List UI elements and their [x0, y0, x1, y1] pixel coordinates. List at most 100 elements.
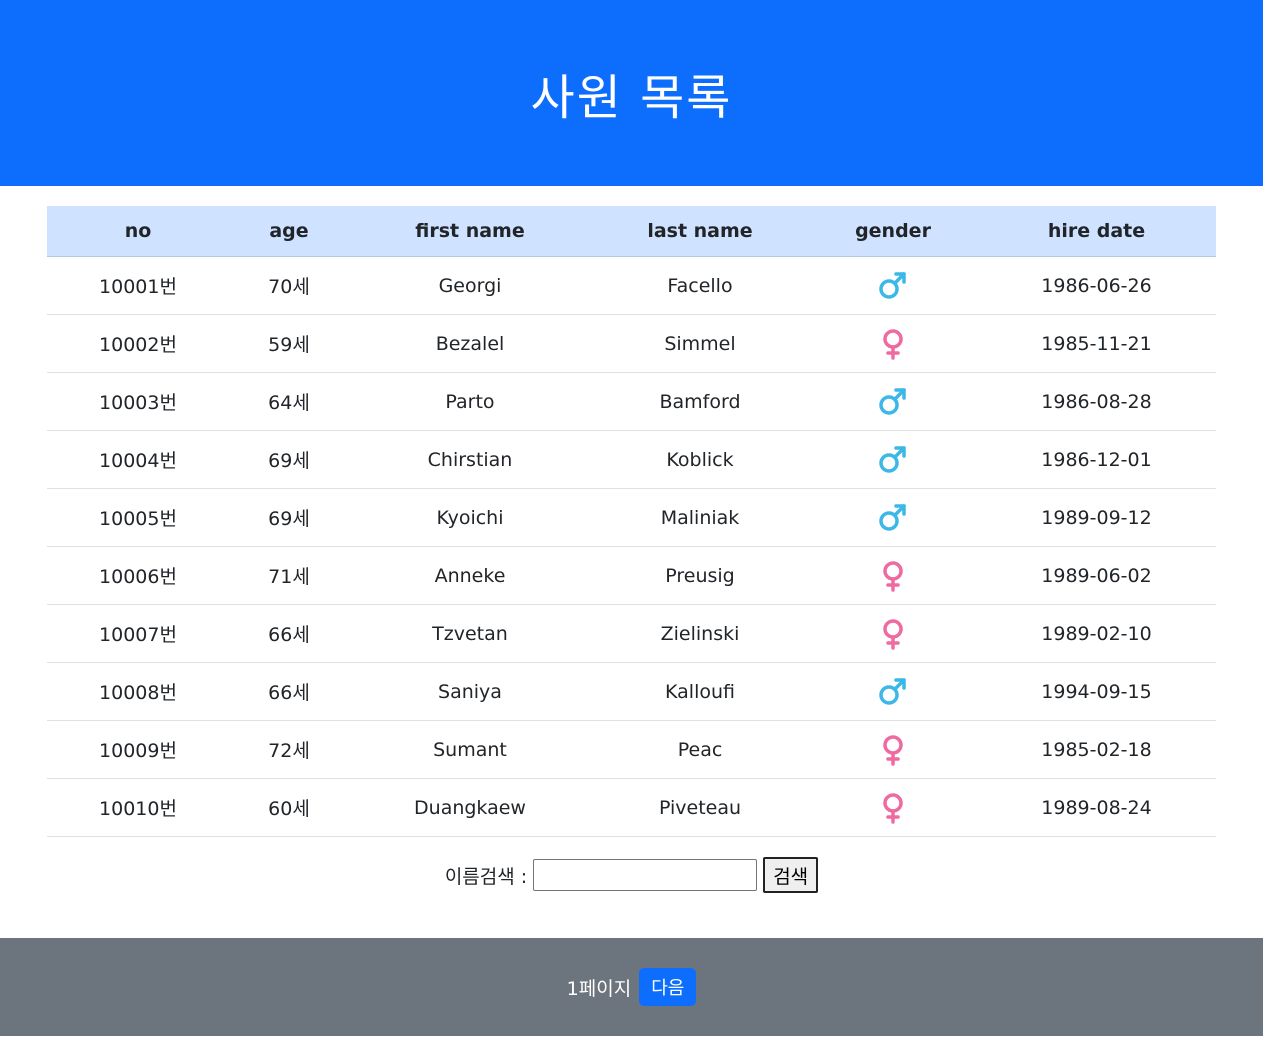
- gender-cell: [809, 430, 977, 489]
- age-cell: 69세: [229, 430, 349, 489]
- column-header-gender: gender: [809, 206, 977, 257]
- table-row: 10004번 69세 Chirstian Koblick 1986-12-01: [47, 430, 1216, 489]
- last-name-cell: Maliniak: [591, 488, 809, 547]
- hire-date-cell: 1989-02-10: [977, 604, 1216, 663]
- age-cell: 72세: [229, 720, 349, 779]
- table-row: 10007번 66세 Tzvetan Zielinski 1989-02-10: [47, 604, 1216, 663]
- employee-table: no age first name last name gender hire …: [47, 206, 1216, 837]
- gender-cell: [809, 372, 977, 431]
- pagination-footer: 1페이지 다음: [0, 938, 1263, 1036]
- gender-cell: [809, 662, 977, 721]
- table-header-row: no age first name last name gender hire …: [47, 206, 1216, 257]
- female-icon: [883, 618, 903, 650]
- last-name-cell: Koblick: [591, 430, 809, 489]
- employee-no-cell: 10008번: [47, 662, 229, 721]
- hire-date-cell: 1989-08-24: [977, 778, 1216, 837]
- gender-cell: [809, 314, 977, 373]
- first-name-cell: Bezalel: [349, 314, 591, 373]
- female-icon: [883, 560, 903, 592]
- table-row: 10010번 60세 Duangkaew Piveteau 1989-08-24: [47, 778, 1216, 837]
- age-cell: 66세: [229, 662, 349, 721]
- age-cell: 71세: [229, 546, 349, 605]
- employee-no-cell: 10001번: [47, 256, 229, 315]
- table-header: no age first name last name gender hire …: [47, 206, 1216, 257]
- employee-no-cell: 10005번: [47, 488, 229, 547]
- last-name-cell: Preusig: [591, 546, 809, 605]
- age-cell: 70세: [229, 256, 349, 315]
- table-body: 10001번 70세 Georgi Facello 1986-06-26 10002번 59…: [47, 256, 1216, 837]
- age-cell: 59세: [229, 314, 349, 373]
- column-header-age: age: [229, 206, 349, 257]
- first-name-cell: Parto: [349, 372, 591, 431]
- last-name-cell: Peac: [591, 720, 809, 779]
- female-icon: [883, 792, 903, 824]
- search-label: 이름검색 :: [444, 865, 528, 888]
- first-name-cell: Duangkaew: [349, 778, 591, 837]
- hire-date-cell: 1994-09-15: [977, 662, 1216, 721]
- table-row: 10006번 71세 Anneke Preusig 1989-06-02: [47, 546, 1216, 605]
- column-header-no: no: [47, 206, 229, 257]
- male-icon: [879, 503, 906, 531]
- hire-date-cell: 1985-11-21: [977, 314, 1216, 373]
- age-cell: 60세: [229, 778, 349, 837]
- employee-no-cell: 10004번: [47, 430, 229, 489]
- hire-date-cell: 1986-12-01: [977, 430, 1216, 489]
- current-page-label: 1페이지: [566, 977, 632, 1000]
- gender-cell: [809, 256, 977, 315]
- last-name-cell: Zielinski: [591, 604, 809, 663]
- first-name-cell: Kyoichi: [349, 488, 591, 547]
- table-row: 10002번 59세 Bezalel Simmel 1985-11-21: [47, 314, 1216, 373]
- employee-no-cell: 10010번: [47, 778, 229, 837]
- first-name-cell: Chirstian: [349, 430, 591, 489]
- table-row: 10009번 72세 Sumant Peac 1985-02-18: [47, 720, 1216, 779]
- age-cell: 69세: [229, 488, 349, 547]
- hire-date-cell: 1989-06-02: [977, 546, 1216, 605]
- age-cell: 64세: [229, 372, 349, 431]
- main-content: no age first name last name gender hire …: [0, 186, 1263, 938]
- table-row: 10003번 64세 Parto Bamford 1986-08-28: [47, 372, 1216, 431]
- column-header-hire-date: hire date: [977, 206, 1216, 257]
- hire-date-cell: 1989-09-12: [977, 488, 1216, 547]
- column-header-first-name: first name: [349, 206, 591, 257]
- last-name-cell: Bamford: [591, 372, 809, 431]
- hire-date-cell: 1986-06-26: [977, 256, 1216, 315]
- male-icon: [879, 271, 906, 299]
- table-row: 10001번 70세 Georgi Facello 1986-06-26: [47, 256, 1216, 315]
- table-row: 10008번 66세 Saniya Kalloufi 1994-09-15: [47, 662, 1216, 721]
- last-name-cell: Simmel: [591, 314, 809, 373]
- name-search-form: 이름검색 : 검색: [47, 857, 1216, 893]
- gender-cell: [809, 720, 977, 779]
- gender-cell: [809, 778, 977, 837]
- male-icon: [879, 677, 906, 705]
- employee-no-cell: 10007번: [47, 604, 229, 663]
- first-name-cell: Anneke: [349, 546, 591, 605]
- gender-cell: [809, 604, 977, 663]
- last-name-cell: Facello: [591, 256, 809, 315]
- column-header-last-name: last name: [591, 206, 809, 257]
- hire-date-cell: 1985-02-18: [977, 720, 1216, 779]
- gender-cell: [809, 488, 977, 547]
- employee-no-cell: 10002번: [47, 314, 229, 373]
- male-icon: [879, 387, 906, 415]
- employee-no-cell: 10003번: [47, 372, 229, 431]
- first-name-cell: Sumant: [349, 720, 591, 779]
- search-button[interactable]: 검색: [763, 857, 819, 893]
- first-name-cell: Tzvetan: [349, 604, 591, 663]
- page-title: 사원 목록: [530, 70, 733, 126]
- female-icon: [883, 328, 903, 360]
- name-search-input[interactable]: [533, 859, 758, 891]
- employee-no-cell: 10009번: [47, 720, 229, 779]
- last-name-cell: Kalloufi: [591, 662, 809, 721]
- table-row: 10005번 69세 Kyoichi Maliniak 1989-09-12: [47, 488, 1216, 547]
- first-name-cell: Georgi: [349, 256, 591, 315]
- hire-date-cell: 1986-08-28: [977, 372, 1216, 431]
- age-cell: 66세: [229, 604, 349, 663]
- male-icon: [879, 445, 906, 473]
- next-page-button[interactable]: 다음: [639, 968, 697, 1006]
- first-name-cell: Saniya: [349, 662, 591, 721]
- last-name-cell: Piveteau: [591, 778, 809, 837]
- gender-cell: [809, 546, 977, 605]
- employee-no-cell: 10006번: [47, 546, 229, 605]
- page-header: 사원 목록: [0, 0, 1263, 186]
- female-icon: [883, 734, 903, 766]
